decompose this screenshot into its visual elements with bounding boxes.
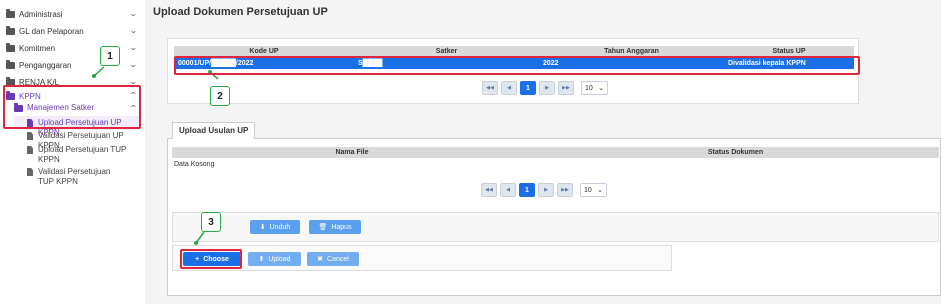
column-header[interactable]: Status Dokumen [532,147,939,158]
close-icon: ✖ [317,256,324,263]
highlight-box-up-row [174,56,860,75]
sidebar-item-label: GL dan Pelaporan [19,26,84,36]
sidebar-item-label: Komitmen [19,43,56,53]
upload-icon: ⬆ [258,256,265,263]
highlight-box-choose-button [180,249,242,269]
document-icon [27,146,33,154]
callout-1: 1 [100,46,120,66]
prev-page-button[interactable]: ◀ [500,183,516,197]
chevron-down-icon: ⌄ [129,43,139,52]
sidebar-leaf-upload-persetujuan-tup[interactable]: Upload Persetujuan TUP KPPN [27,145,127,165]
document-icon [27,168,33,176]
chevron-down-icon: ⌄ [129,9,139,18]
column-header[interactable]: Nama File [172,147,532,158]
chevron-down-icon: ⌄ [129,60,139,69]
button-label: Unduh [269,223,291,231]
folder-icon [6,42,15,52]
folder-icon [6,59,15,69]
unduh-button[interactable]: ⬇ Unduh [250,220,300,234]
sidebar-item-label: Penganggaran [19,60,72,70]
last-page-button[interactable]: ▶▶ [557,183,573,197]
download-icon: ⬇ [259,224,266,231]
pagination: ◀◀ ◀ 1 ▶ ▶▶ 10 ⌄ [481,183,607,197]
page-size-value: 10 [584,186,592,194]
cancel-button[interactable]: ✖ Cancel [307,252,359,266]
sidebar-leaf-validasi-persetujuan-tup[interactable]: Validasi Persetujuan TUP KPPN [27,167,127,187]
chevron-down-icon: ⌄ [597,187,603,194]
file-upload-bar [172,245,672,271]
folder-icon [6,25,15,35]
tab-upload-usulan-up[interactable]: Upload Usulan UP [172,122,256,139]
pagination: ◀◀ ◀ 1 ▶ ▶▶ 10 ⌄ [482,81,608,95]
folder-icon [6,8,15,18]
trash-icon: 🗑 [318,224,328,231]
page-size-select[interactable]: 10 ⌄ [581,81,608,95]
page-number-button[interactable]: 1 [519,183,535,197]
sidebar-item-komitmen[interactable]: Komitmen ⌄ [0,40,145,56]
prev-page-button[interactable]: ◀ [501,81,517,95]
sidebar: Administrasi ⌄ GL dan Pelaporan ⌄ Komitm… [0,0,145,304]
page-title: Upload Dokumen Persetujuan UP [153,6,328,18]
sidebar-item-label: Administrasi [19,9,63,19]
first-page-button[interactable]: ◀◀ [481,183,497,197]
upload-file-table: Nama File Status Dokumen Data Kosong [172,147,939,170]
button-label: Upload [268,255,291,263]
last-page-button[interactable]: ▶▶ [558,81,574,95]
button-label: Cancel [327,255,349,263]
page-number-button[interactable]: 1 [520,81,536,95]
table-row: Data Kosong [172,158,939,170]
page-size-select[interactable]: 10 ⌄ [580,183,607,197]
document-icon [27,132,33,140]
upload-button[interactable]: ⬆ Upload [248,252,301,266]
highlight-box-kppn-menu [3,85,141,129]
sidebar-item-penganggaran[interactable]: Penganggaran ⌄ [0,57,145,73]
callout-3: 3 [201,212,221,232]
chevron-down-icon: ⌄ [129,26,139,35]
leaf-label: Upload Persetujuan TUP KPPN [38,145,127,164]
next-page-button[interactable]: ▶ [538,183,554,197]
empty-message: Data Kosong [174,160,215,168]
chevron-down-icon: ⌄ [598,85,604,92]
sidebar-item-administrasi[interactable]: Administrasi ⌄ [0,6,145,22]
page-size-value: 10 [585,84,593,92]
main-content: Upload Dokumen Persetujuan UP Kode UP Sa… [145,0,941,304]
first-page-button[interactable]: ◀◀ [482,81,498,95]
next-page-button[interactable]: ▶ [539,81,555,95]
hapus-button[interactable]: 🗑 Hapus [309,220,361,234]
sidebar-item-gl-pelaporan[interactable]: GL dan Pelaporan ⌄ [0,23,145,39]
button-label: Hapus [331,223,352,231]
callout-2: 2 [210,86,230,106]
table-header-row: Nama File Status Dokumen [172,147,939,158]
leaf-label: Validasi Persetujuan TUP KPPN [38,167,111,186]
